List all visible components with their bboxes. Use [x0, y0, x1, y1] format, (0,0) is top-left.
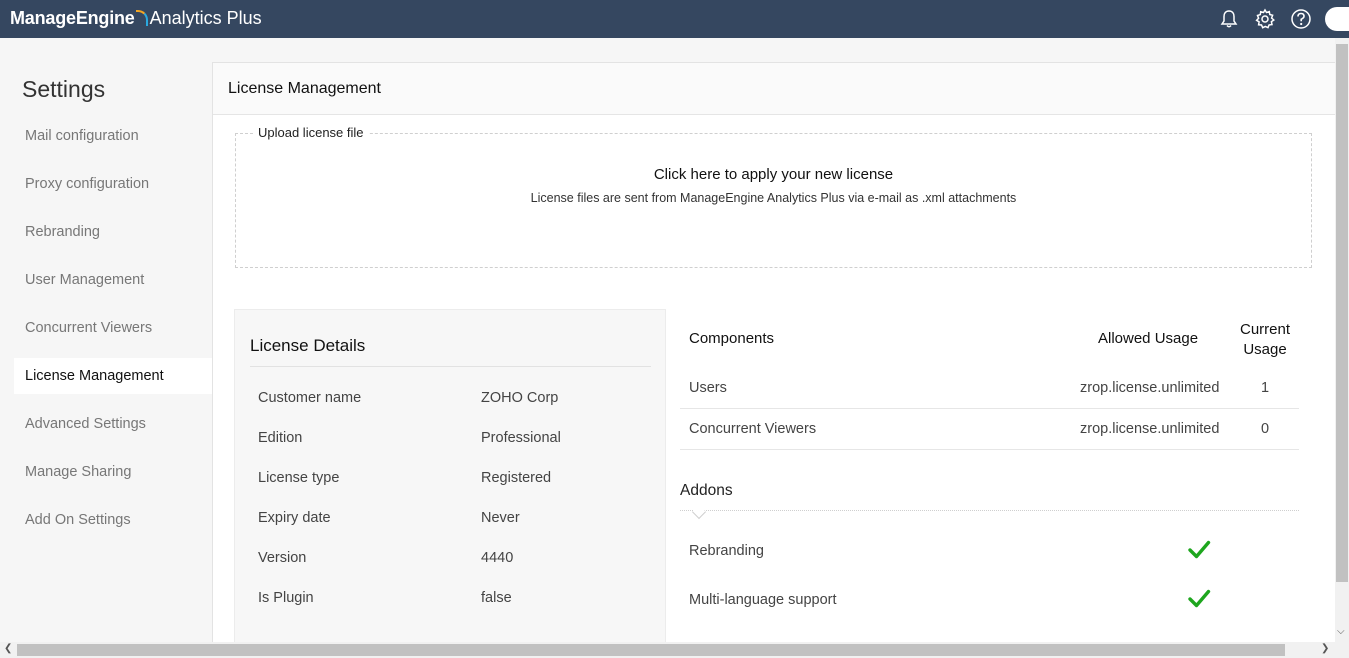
list-item: Multi-language support: [680, 580, 1299, 620]
detail-key: Expiry date: [258, 510, 331, 526]
col-header-components: Components: [689, 330, 775, 347]
detail-value: Professional: [481, 430, 561, 446]
current-usage: 1: [1260, 380, 1270, 396]
addon-name: Multi-language support: [689, 592, 837, 608]
detail-value: Never: [481, 510, 520, 526]
current-usage: 0: [1260, 421, 1270, 437]
table-row: Concurrent Viewers zrop.license.unlimite…: [680, 409, 1299, 450]
sidebar-item-concurrent-viewers[interactable]: Concurrent Viewers: [14, 310, 212, 346]
detail-row: Expiry date Never: [235, 498, 667, 538]
detail-row: Version 4440: [235, 538, 667, 578]
detail-row: Edition Professional: [235, 418, 667, 458]
detail-value: Registered: [481, 470, 552, 486]
panel-header: License Management: [213, 63, 1336, 115]
divider: [250, 366, 651, 367]
detail-value: 4440: [481, 550, 514, 566]
scroll-right-arrow-icon[interactable]: ❯: [1321, 643, 1329, 654]
addons-title: Addons: [680, 482, 733, 499]
topbar-actions: [1205, 0, 1349, 38]
apply-license-link[interactable]: Click here to apply your new license: [236, 166, 1311, 183]
list-item: Rebranding: [680, 531, 1299, 571]
detail-row: Is Plugin false: [235, 578, 667, 618]
detail-row: Customer name ZOHO Corp: [235, 378, 667, 418]
col-header-current-line1: Current: [1239, 321, 1291, 338]
brand-manageengine: ManageEngine: [10, 8, 135, 28]
scroll-left-arrow-icon[interactable]: ❮: [4, 643, 12, 654]
logo-swoosh-icon: [135, 10, 148, 26]
sidebar-item-proxy-configuration[interactable]: Proxy configuration: [14, 166, 212, 202]
detail-row: License type Registered: [235, 458, 667, 498]
horizontal-scrollbar-thumb[interactable]: [17, 644, 1285, 656]
col-header-allowed-usage: Allowed Usage: [1098, 330, 1199, 347]
detail-key: Is Plugin: [258, 590, 314, 606]
sidebar-title: Settings: [22, 76, 106, 102]
col-header-current-usage: Current Usage: [1234, 320, 1296, 360]
allowed-usage: zrop.license.unlimited: [1080, 380, 1220, 396]
addon-name: Rebranding: [689, 543, 764, 559]
license-details-card: License Details Customer name ZOHO Corp …: [234, 309, 666, 643]
page-title: License Management: [228, 80, 381, 97]
detail-value: ZOHO Corp: [481, 390, 559, 406]
checkmark-icon: [1187, 588, 1211, 614]
table-row: Users zrop.license.unlimited 1: [680, 368, 1299, 409]
detail-value: false: [481, 590, 512, 606]
detail-key: Edition: [258, 430, 303, 446]
gear-icon[interactable]: [1253, 7, 1277, 31]
detail-key: Customer name: [258, 390, 362, 406]
license-details-title: License Details: [250, 336, 366, 355]
allowed-usage: zrop.license.unlimited: [1080, 421, 1220, 437]
checkmark-icon: [1187, 539, 1211, 565]
detail-key: Version: [258, 550, 307, 566]
sidebar-item-license-management[interactable]: License Management: [14, 358, 212, 394]
bell-icon[interactable]: [1217, 7, 1241, 31]
col-header-current-line2: Usage: [1243, 341, 1287, 358]
addons-caret: [691, 504, 707, 520]
vertical-scrollbar-thumb[interactable]: [1336, 44, 1348, 582]
sidebar-item-add-on-settings[interactable]: Add On Settings: [14, 502, 212, 538]
help-icon[interactable]: [1289, 7, 1313, 31]
sidebar-item-rebranding[interactable]: Rebranding: [14, 214, 212, 250]
upload-license-legend: Upload license file: [254, 125, 368, 140]
sidebar-item-advanced-settings[interactable]: Advanced Settings: [14, 406, 212, 442]
license-management-panel: License Management Upload license file C…: [212, 62, 1336, 643]
avatar[interactable]: [1325, 7, 1349, 31]
app-logo[interactable]: ManageEngine Analytics Plus: [10, 8, 262, 30]
top-bar: ManageEngine Analytics Plus: [0, 0, 1349, 38]
sidebar-item-manage-sharing[interactable]: Manage Sharing: [14, 454, 212, 490]
upload-license-dropzone[interactable]: Upload license file Click here to apply …: [235, 125, 1312, 268]
sidebar-item-user-management[interactable]: User Management: [14, 262, 212, 298]
settings-sidebar: Settings Mail configuration Proxy config…: [0, 38, 212, 642]
brand-product-name: Analytics Plus: [149, 8, 262, 28]
component-name: Concurrent Viewers: [689, 421, 817, 437]
scroll-down-arrow-icon[interactable]: ⌵: [1337, 626, 1345, 637]
addons-divider: [680, 510, 1299, 511]
sidebar-item-mail-configuration[interactable]: Mail configuration: [14, 118, 212, 154]
component-name: Users: [689, 380, 727, 396]
detail-key: License type: [258, 470, 340, 486]
upload-license-hint: License files are sent from ManageEngine…: [530, 191, 1017, 205]
